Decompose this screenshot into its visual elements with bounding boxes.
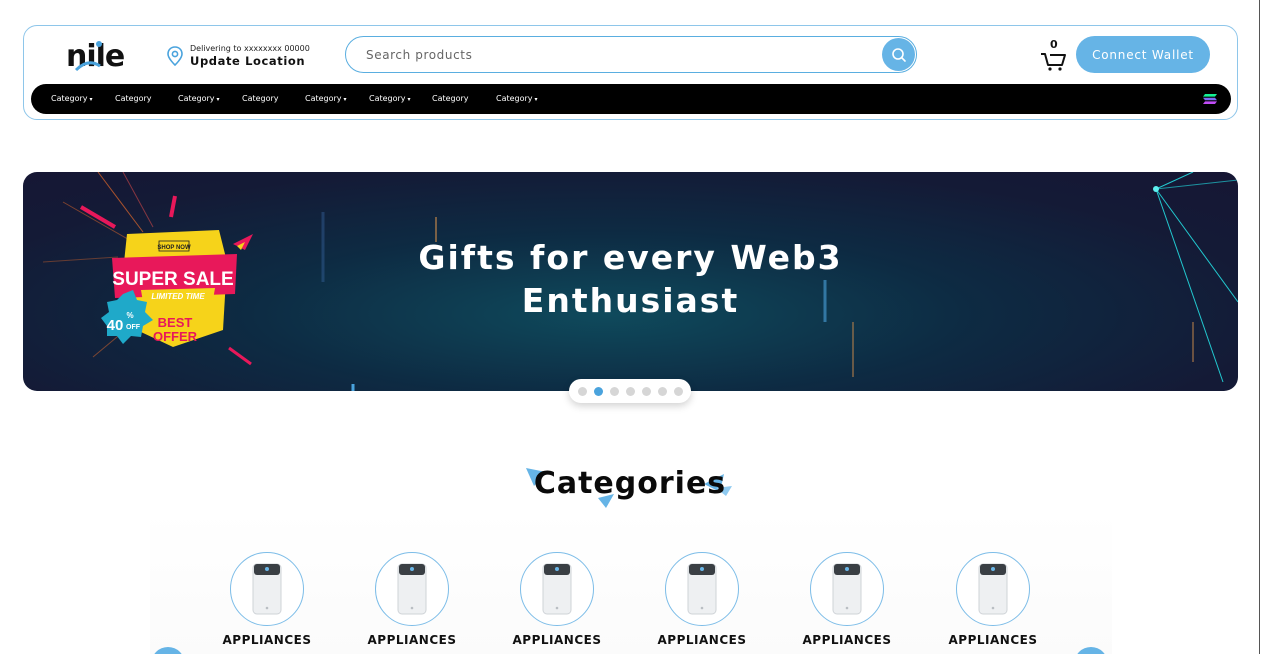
category-nav-bar: Category ▾ Category Category ▾ Category Ca… [31, 84, 1231, 114]
chevron-down-icon: ▾ [407, 96, 411, 103]
location-pin-icon [167, 46, 183, 66]
chevron-down-icon: ▾ [216, 96, 220, 103]
nav-category-label: Category [432, 94, 469, 103]
cart-count: 0 [1050, 38, 1058, 51]
nav-category-label: Category [51, 94, 88, 103]
search-button[interactable] [882, 38, 915, 71]
carousel-dot[interactable] [673, 386, 683, 396]
category-label: APPLIANCES [512, 633, 602, 647]
site-header: nile Delivering to xxxxxxxx 00000 Update… [23, 25, 1238, 120]
category-card[interactable]: APPLIANCES [792, 552, 902, 652]
category-card[interactable]: APPLIANCES [212, 552, 322, 652]
air-purifier-icon [252, 563, 282, 615]
page: nile Delivering to xxxxxxxx 00000 Update… [0, 0, 1262, 654]
category-label: APPLIANCES [802, 633, 892, 647]
category-card[interactable]: APPLIANCES [502, 552, 612, 652]
category-image [810, 552, 884, 626]
nile-logo[interactable]: nile [66, 36, 128, 76]
carousel-pagination [569, 379, 691, 403]
search-input[interactable] [366, 46, 866, 64]
logo-text: nile [66, 39, 124, 74]
air-purifier-icon [397, 563, 427, 615]
nav-category-label: Category [496, 94, 533, 103]
banner-title-line-1: Gifts for every Web3 [418, 238, 843, 277]
carousel-dot[interactable] [625, 386, 635, 396]
solana-icon[interactable] [1202, 91, 1218, 107]
nav-category-label: Category [242, 94, 279, 103]
category-image [230, 552, 304, 626]
chevron-down-icon: ▾ [534, 96, 538, 103]
category-card[interactable]: APPLIANCES [647, 552, 757, 652]
connect-wallet-button[interactable]: Connect Wallet [1076, 36, 1210, 73]
offer-label: OFFER [153, 329, 198, 344]
carousel-dot-active[interactable] [593, 386, 603, 396]
category-label: APPLIANCES [222, 633, 312, 647]
category-image [375, 552, 449, 626]
search-bar [345, 36, 917, 73]
category-image [665, 552, 739, 626]
air-purifier-icon [978, 563, 1008, 615]
nav-category-label: Category [115, 94, 152, 103]
chevron-down-icon: ▾ [343, 96, 347, 103]
chevron-down-icon: ▾ [89, 96, 93, 103]
location-text: Delivering to xxxxxxxx 00000 Update Loca… [190, 44, 310, 68]
carousel-dot[interactable] [641, 386, 651, 396]
banner-title-line-2: Enthusiast [521, 281, 740, 320]
nav-category-5[interactable]: Category ▾ [305, 92, 347, 107]
banner-title: Gifts for every Web3 Enthusiast [23, 236, 1238, 322]
categories-heading-wrap: Categories [520, 462, 740, 512]
category-image [520, 552, 594, 626]
air-purifier-icon [542, 563, 572, 615]
off-label: OFF [126, 324, 141, 331]
categories-heading: Categories [533, 466, 727, 501]
category-label: APPLIANCES [657, 633, 747, 647]
nav-category-label: Category [369, 94, 406, 103]
cart-button[interactable]: 0 [1040, 38, 1068, 72]
nav-category-7[interactable]: Category [432, 92, 469, 106]
air-purifier-icon [687, 563, 717, 615]
air-purifier-icon [832, 563, 862, 615]
carousel-dot[interactable] [657, 386, 667, 396]
delivering-to-label: Delivering to xxxxxxxx 00000 [190, 44, 310, 53]
nav-category-1[interactable]: Category ▾ [51, 92, 93, 107]
nav-category-3[interactable]: Category ▾ [178, 92, 220, 107]
hero-banner[interactable]: SHOP NOW SUPER SALE LIMITED TIME BEST OF… [23, 172, 1238, 391]
delivery-location[interactable]: Delivering to xxxxxxxx 00000 Update Loca… [166, 44, 310, 68]
category-card[interactable]: APPLIANCES [938, 552, 1048, 652]
search-icon [891, 47, 906, 62]
category-label: APPLIANCES [948, 633, 1038, 647]
nav-category-2[interactable]: Category [115, 92, 152, 106]
update-location-link[interactable]: Update Location [190, 54, 310, 68]
category-card[interactable]: APPLIANCES [357, 552, 467, 652]
category-image [956, 552, 1030, 626]
nav-category-6[interactable]: Category ▾ [369, 92, 411, 107]
nav-category-label: Category [305, 94, 342, 103]
nav-category-label: Category [178, 94, 215, 103]
category-label: APPLIANCES [367, 633, 457, 647]
carousel-dot[interactable] [609, 386, 619, 396]
carousel-dot[interactable] [577, 386, 587, 396]
nav-category-8[interactable]: Category ▾ [496, 92, 538, 107]
nav-category-4[interactable]: Category [242, 92, 279, 106]
window-edge [1259, 0, 1260, 654]
